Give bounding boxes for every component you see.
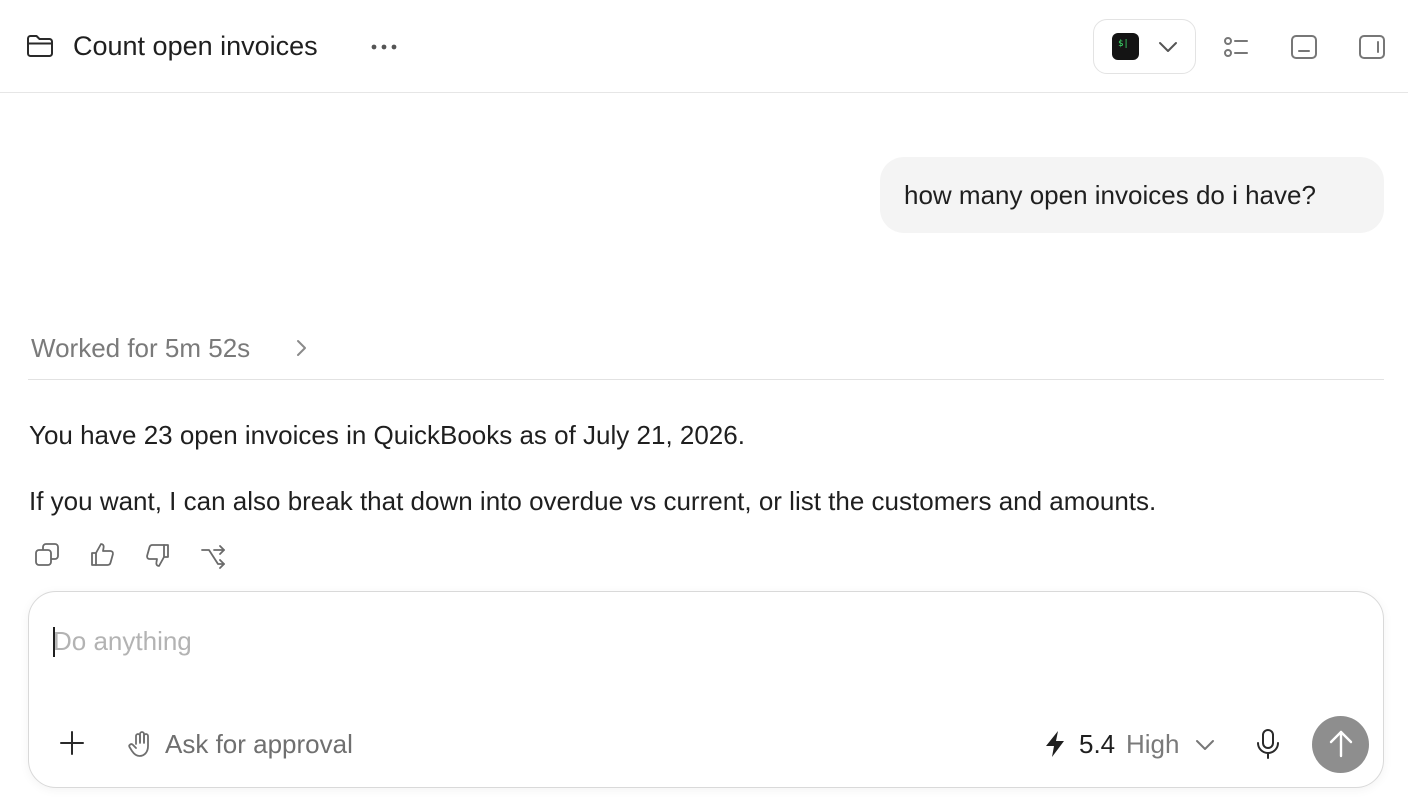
arrow-up-icon [1329,730,1353,758]
text-caret [53,627,55,657]
hand-icon[interactable] [128,730,154,758]
response-paragraph: You have 23 open invoices in QuickBooks … [29,420,745,450]
task-list-icon[interactable] [1222,33,1250,61]
more-icon[interactable] [366,34,402,60]
chevron-right-icon[interactable] [293,337,309,359]
terminal-icon: $| [1112,33,1139,60]
model-level[interactable]: High [1126,728,1179,760]
copy-icon[interactable] [33,541,61,569]
mic-icon[interactable] [1255,728,1281,760]
prompt-input[interactable] [53,624,953,658]
response-paragraph: If you want, I can also break that down … [29,486,1157,516]
chevron-down-icon[interactable] [1194,737,1216,753]
environment-selector[interactable]: $| [1093,19,1196,74]
sidebar-right-icon[interactable] [1358,33,1386,61]
plus-icon[interactable] [59,730,85,756]
worked-duration-toggle[interactable]: Worked for 5m 52s [31,331,250,365]
bottom-panel-icon[interactable] [1290,33,1318,61]
page-title: Count open invoices [73,31,318,61]
header-bar: Count open invoices $| [0,0,1408,93]
fork-icon[interactable] [199,541,227,569]
user-message: how many open invoices do i have? [880,157,1384,233]
send-button[interactable] [1312,716,1369,773]
divider [28,379,1384,380]
thumbs-up-icon[interactable] [88,541,116,569]
thumbs-down-icon[interactable] [144,541,172,569]
bolt-icon[interactable] [1044,730,1066,758]
model-version[interactable]: 5.4 [1079,728,1115,760]
folder-icon[interactable] [26,33,54,59]
approval-mode-button[interactable]: Ask for approval [165,728,353,760]
chevron-down-icon [1159,42,1177,52]
composer: Ask for approval 5.4 High [28,591,1384,788]
